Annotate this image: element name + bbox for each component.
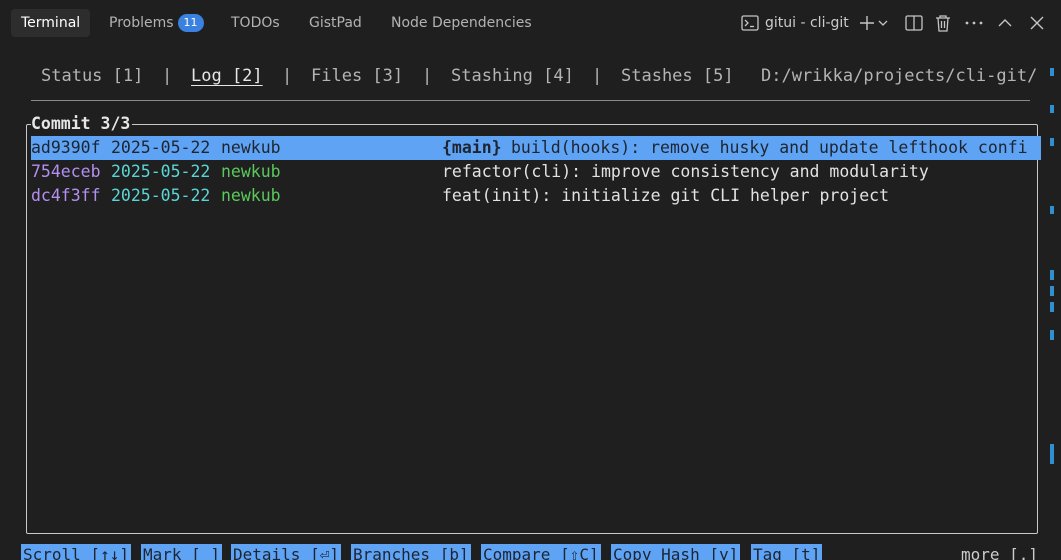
tab-gistpad[interactable]: GistPad (309, 9, 362, 37)
tab-todos-label: TODOs (231, 15, 280, 31)
scroll-marker (1050, 330, 1054, 340)
tab-todos[interactable]: TODOs (231, 9, 280, 37)
tab-terminal[interactable]: Terminal (11, 9, 91, 37)
tab-node-dependencies-label: Node Dependencies (391, 15, 532, 31)
ellipsis-icon[interactable] (964, 12, 984, 34)
terminal-icon (740, 12, 760, 34)
nav-separator: | (592, 66, 603, 86)
key-hint-details: Details [⏎] (231, 544, 341, 560)
key-hint-more: more [.] (961, 545, 1039, 560)
chevron-up-icon[interactable] (995, 12, 1015, 34)
commit-message: build(hooks): remove husky and update le… (511, 138, 1028, 157)
commit-hash: 754eceb (31, 162, 101, 181)
nav-separator: | (282, 66, 293, 86)
split-icon[interactable] (904, 12, 924, 34)
tab-gistpad-label: GistPad (309, 15, 362, 31)
commit-date: 2025-05-22 (111, 186, 211, 205)
commit-row[interactable]: ad9390f 2025-05-22 newkub {main} build(h… (31, 136, 1041, 160)
scroll-marker (1050, 206, 1054, 214)
scroll-marker (1050, 138, 1054, 146)
commit-author: newkub (221, 162, 281, 181)
tab-terminal-label: Terminal (21, 15, 81, 31)
repo-path: D:/wrikka/projects/cli-git/ (761, 66, 1038, 86)
key-hint-compare: Compare [⇧C] (481, 544, 601, 560)
chevron-down-icon[interactable] (877, 12, 889, 34)
commit-hash: ad9390f (31, 138, 101, 157)
commit-date: 2025-05-22 (111, 162, 211, 181)
scroll-marker (1050, 444, 1054, 464)
commit-hash: dc4f3ff (31, 186, 101, 205)
commit-list-title: Commit 3/3 (31, 113, 133, 135)
commit-message: feat(init): initialize git CLI helper pr… (442, 186, 890, 205)
scroll-marker (1050, 105, 1054, 113)
nav-separator: | (162, 66, 173, 86)
commit-message: refactor(cli): improve consistency and m… (442, 162, 929, 181)
nav-stashes[interactable]: Stashes [5] (621, 64, 734, 88)
nav-separator: | (422, 66, 433, 86)
commit-author: newkub (221, 138, 281, 157)
problems-count-badge: 11 (177, 14, 204, 32)
trash-icon[interactable] (933, 12, 953, 34)
nav-files[interactable]: Files [3] (311, 64, 403, 88)
nav-status[interactable]: Status [1] (41, 64, 143, 88)
plus-icon[interactable] (857, 12, 877, 34)
scroll-marker (1050, 270, 1054, 280)
commit-branch: {main} (442, 138, 502, 157)
key-hint-mark: Mark [ ] (141, 544, 223, 560)
key-hint-scroll: Scroll [↑↓] (21, 544, 131, 560)
terminal-view[interactable]: Status [1] | Log [2] | Files [3] | Stash… (0, 46, 1061, 560)
tab-problems-label: Problems (109, 15, 174, 31)
tab-node-dependencies[interactable]: Node Dependencies (391, 9, 532, 37)
close-icon[interactable] (1027, 12, 1047, 34)
scroll-marker (1050, 286, 1054, 296)
terminal-instance-title[interactable]: gitui - cli-git (765, 9, 849, 37)
key-hint-tag: Tag [t] (751, 544, 823, 560)
key-hint-branches: Branches [b] (351, 544, 471, 560)
panel-header: Terminal Problems 11 TODOs GistPad Node D… (0, 0, 1061, 46)
nav-log[interactable]: Log [2] (191, 64, 263, 88)
scroll-marker (1050, 68, 1054, 76)
nav-divider (31, 100, 1030, 101)
key-hint-copy-hash: Copy Hash [y] (611, 544, 741, 560)
commit-date: 2025-05-22 (111, 138, 211, 157)
nav-stashing[interactable]: Stashing [4] (451, 64, 574, 88)
commit-author: newkub (221, 186, 281, 205)
scroll-marker (1050, 302, 1054, 312)
tab-problems[interactable]: Problems 11 (109, 9, 204, 37)
